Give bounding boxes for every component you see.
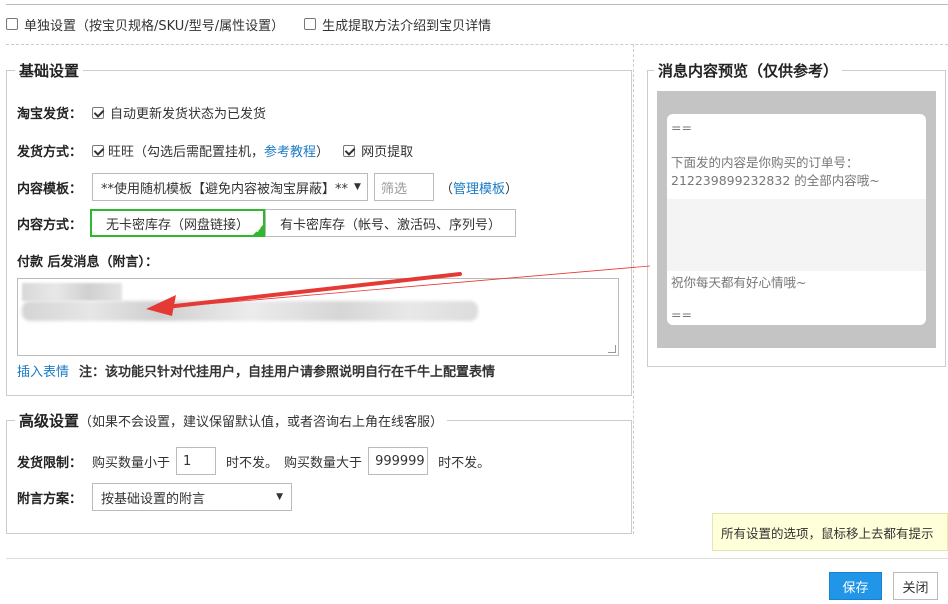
options-separator — [6, 44, 948, 45]
manage-close: ） — [505, 181, 519, 197]
ship-limit-label: 发货限制： — [17, 455, 83, 471]
select-arrow-icon: ▼ — [276, 492, 284, 502]
preview-line: == — [671, 120, 692, 135]
generate-intro-checkbox[interactable] — [304, 18, 317, 30]
qty-more-input[interactable]: 999999 — [368, 447, 429, 475]
note-plan-value: 按基础设置的附言 — [101, 491, 206, 507]
preview-line: == — [671, 307, 692, 322]
preview-line: 212239899232832 的全部内容哦~ — [671, 173, 880, 188]
save-button[interactable]: 保存 — [829, 572, 882, 600]
template-label: 内容模板： — [17, 181, 83, 197]
taobao-ship-row: 淘宝发货： 自动更新发货状态为已发货 — [17, 103, 266, 122]
template-select-value: **使用随机模板【避免内容被淘宝屏蔽】** — [101, 181, 349, 197]
filter-input[interactable]: 筛选 — [374, 173, 435, 201]
note-plan-select[interactable]: 按基础设置的附言 ▼ — [92, 483, 293, 511]
filter-placeholder: 筛选 — [381, 181, 408, 197]
after-pay-message-textarea[interactable] — [17, 278, 619, 356]
mode-no-card-button[interactable]: 无卡密库存（网盘链接） ✓ — [90, 209, 266, 237]
qty-more-suffix: 时不发。 — [438, 455, 491, 471]
blurred-text — [22, 301, 478, 321]
note-reference-link[interactable]: 参照说明 — [313, 365, 365, 380]
note-row: 插入表情 注：该功能只针对代挂用户，自挂用户请参照说明自行在千牛上配置表情 — [17, 361, 495, 380]
advanced-title-text: 高级设置 — [19, 412, 80, 430]
preview-message-card: == 下面发的内容是你购买的订单号： 212239899232832 的全部内容… — [667, 114, 926, 325]
check-icon: ✓ — [255, 226, 263, 235]
top-options: 单独设置（按宝贝规格/SKU/型号/属性设置） 生成提取方法介绍到宝贝详情 — [6, 14, 491, 34]
web-extract-checkbox[interactable] — [343, 144, 356, 157]
qty-less-value: 1 — [183, 453, 192, 469]
advanced-settings-title: 高级设置（如果不会设置，建议保留默认值，或者咨询右上角在线客服） — [15, 410, 448, 431]
basic-settings-title: 基础设置 — [15, 60, 84, 81]
preview-line: 祝你每天都有好心情哦~ — [671, 275, 807, 290]
note-suffix: 自行在千牛上配置表情 — [365, 365, 496, 380]
ship-method-label: 发货方式： — [17, 145, 83, 160]
advanced-hint: （如果不会设置，建议保留默认值，或者咨询右上角在线客服） — [79, 415, 444, 430]
hint-tooltip: 所有设置的选项，鼠标移上去都有提示 — [712, 513, 948, 551]
generate-intro-label[interactable]: 生成提取方法介绍到宝贝详情 — [322, 15, 491, 34]
after-pay-label: 付款 后发消息（附言）： — [17, 255, 159, 270]
mode-no-card-label: 无卡密库存（网盘链接） — [106, 217, 250, 233]
qty-less-prefix: 购买数量小于 — [92, 455, 171, 471]
auto-update-checkbox[interactable] — [92, 106, 105, 119]
insert-emoji-link[interactable]: 插入表情 — [17, 361, 69, 380]
advanced-settings-panel: 高级设置（如果不会设置，建议保留默认值，或者咨询右上角在线客服） 发货限制： 购… — [6, 410, 632, 534]
individual-settings-checkbox[interactable] — [6, 18, 18, 30]
resize-handle-icon[interactable] — [608, 345, 616, 353]
preview-title: 消息内容预览（仅供参考） — [654, 60, 843, 81]
wangwang-close: ） — [316, 145, 330, 160]
blurred-text — [22, 283, 122, 301]
message-preview-panel: 消息内容预览（仅供参考） == 下面发的内容是你购买的订单号： 21223989… — [647, 60, 946, 367]
note-plan-row: 附言方案： 按基础设置的附言 ▼ — [17, 483, 293, 511]
manage-open: （ — [440, 181, 454, 197]
select-arrow-icon: ▼ — [354, 182, 361, 192]
preview-band — [667, 199, 926, 271]
ship-limit-row: 发货限制： 购买数量小于 1 时不发。 购买数量大于 999999 时不发。 — [17, 447, 490, 475]
footer-divider — [6, 558, 948, 559]
template-select[interactable]: **使用随机模板【避免内容被淘宝屏蔽】** ▼ — [92, 173, 369, 201]
taobao-ship-label: 淘宝发货： — [17, 107, 83, 122]
preview-line: 下面发的内容是你购买的订单号： — [671, 155, 859, 170]
top-divider — [6, 4, 948, 5]
note-prefix: 注：该功能只针对代挂用户，自挂用户请 — [79, 365, 314, 380]
note-plan-label: 附言方案： — [17, 491, 83, 507]
wangwang-label[interactable]: 旺旺（勾选后需配置挂机， — [108, 145, 264, 160]
web-extract-label[interactable]: 网页提取 — [361, 141, 413, 160]
content-mode-row: 内容方式： 无卡密库存（网盘链接） ✓ 有卡密库存（帐号、激活码、序列号） — [17, 209, 517, 237]
mode-card-button[interactable]: 有卡密库存（帐号、激活码、序列号） — [265, 209, 517, 237]
manage-template-link[interactable]: 管理模板 — [453, 182, 505, 197]
ref-tutorial-link[interactable]: 参考教程 — [264, 145, 316, 160]
individual-settings-label[interactable]: 单独设置（按宝贝规格/SKU/型号/属性设置） — [24, 15, 284, 34]
mode-card-label: 有卡密库存（帐号、激活码、序列号） — [280, 217, 502, 233]
qty-less-input[interactable]: 1 — [176, 447, 217, 475]
ship-method-row: 发货方式： 旺旺（勾选后需配置挂机，参考教程） 网页提取 — [17, 141, 413, 160]
wangwang-checkbox[interactable] — [92, 144, 105, 157]
close-button[interactable]: 关闭 — [893, 572, 938, 600]
after-pay-row: 付款 后发消息（附言）： — [17, 251, 162, 270]
qty-more-prefix: 购买数量大于 — [284, 455, 363, 471]
column-separator — [633, 44, 634, 534]
qty-more-value: 999999 — [375, 453, 425, 469]
content-mode-label: 内容方式： — [17, 217, 83, 233]
template-row: 内容模板： **使用随机模板【避免内容被淘宝屏蔽】** ▼ 筛选 （管理模板） — [17, 173, 518, 201]
qty-less-suffix: 时不发。 — [226, 455, 279, 471]
auto-update-label[interactable]: 自动更新发货状态为已发货 — [110, 103, 266, 122]
basic-settings-panel: 基础设置 淘宝发货： 自动更新发货状态为已发货 发货方式： 旺旺（勾选后需配置挂… — [6, 60, 632, 396]
preview-frame: == 下面发的内容是你购买的订单号： 212239899232832 的全部内容… — [657, 91, 936, 348]
